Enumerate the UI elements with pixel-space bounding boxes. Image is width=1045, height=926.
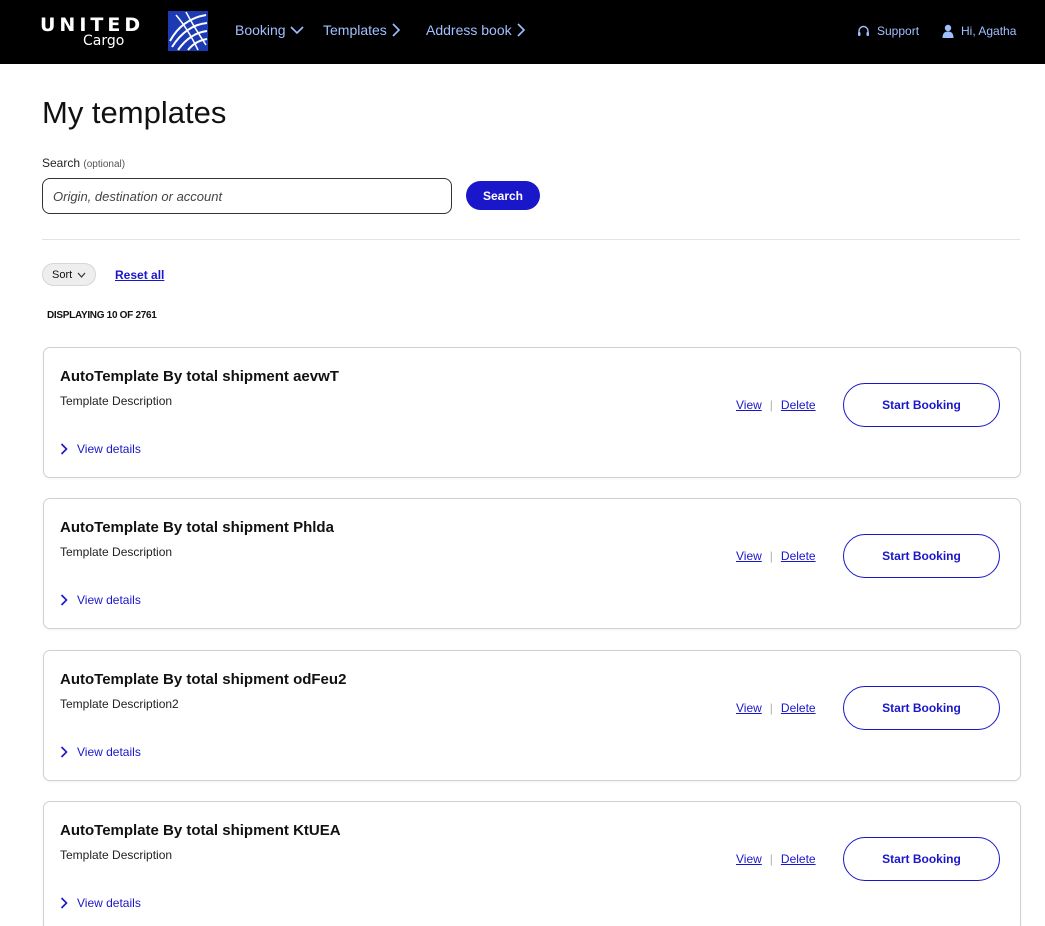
start-booking-button[interactable]: Start Booking xyxy=(843,534,1000,578)
search-input[interactable] xyxy=(42,178,452,214)
view-details-label: View details xyxy=(77,896,141,910)
delete-link[interactable]: Delete xyxy=(781,852,816,866)
template-title: AutoTemplate By total shipment Phlda xyxy=(60,519,334,536)
view-details-toggle[interactable]: View details xyxy=(60,593,141,607)
template-actions: View | Delete xyxy=(736,701,816,715)
sort-dropdown[interactable]: Sort xyxy=(42,263,97,286)
nav-address-book-label: Address book xyxy=(426,22,512,38)
nav-templates[interactable]: Templates xyxy=(323,22,401,38)
template-card: AutoTemplate By total shipment KtUEA Tem… xyxy=(43,801,1021,926)
link-separator: | xyxy=(769,398,773,412)
view-details-toggle[interactable]: View details xyxy=(60,896,141,910)
template-title: AutoTemplate By total shipment aevwT xyxy=(60,368,339,385)
template-description: Template Description xyxy=(60,394,173,408)
template-actions: View | Delete xyxy=(736,852,816,866)
results-count: DISPLAYING 10 OF 2761 xyxy=(47,310,157,321)
search-optional-text: (optional) xyxy=(83,159,126,170)
united-cargo-logo[interactable]: UNITED Cargo xyxy=(40,10,215,56)
template-title: AutoTemplate By total shipment odFeu2 xyxy=(60,671,347,688)
view-link[interactable]: View xyxy=(736,398,762,412)
globe-icon xyxy=(168,11,208,51)
chevron-right-icon xyxy=(60,897,68,909)
start-booking-button[interactable]: Start Booking xyxy=(843,383,1000,427)
view-link[interactable]: View xyxy=(736,852,762,866)
delete-link[interactable]: Delete xyxy=(781,549,816,563)
template-card: AutoTemplate By total shipment odFeu2 Te… xyxy=(43,650,1021,781)
chevron-down-icon xyxy=(290,26,304,35)
delete-link[interactable]: Delete xyxy=(781,398,816,412)
view-details-label: View details xyxy=(77,593,141,607)
support-label: Support xyxy=(877,24,920,38)
search-button[interactable]: Search xyxy=(466,181,540,210)
view-link[interactable]: View xyxy=(736,701,762,715)
user-icon xyxy=(942,24,954,38)
top-navigation-bar: UNITED Cargo Booking Templates Address b… xyxy=(0,0,1045,64)
start-booking-button[interactable]: Start Booking xyxy=(843,837,1000,881)
template-actions: View | Delete xyxy=(736,398,816,412)
template-description: Template Description2 xyxy=(60,697,179,711)
link-separator: | xyxy=(769,701,773,715)
chevron-right-icon xyxy=(517,23,525,37)
sort-label: Sort xyxy=(52,268,73,281)
start-booking-button[interactable]: Start Booking xyxy=(843,686,1000,730)
search-label-text: Search xyxy=(42,156,81,170)
divider xyxy=(42,239,1020,240)
nav-templates-label: Templates xyxy=(323,22,387,38)
user-greeting: Hi, Agatha xyxy=(961,24,1017,38)
search-label: Search (optional) xyxy=(42,156,125,170)
template-actions: View | Delete xyxy=(736,549,816,563)
chevron-right-icon xyxy=(60,443,68,455)
view-details-toggle[interactable]: View details xyxy=(60,745,141,759)
view-details-toggle[interactable]: View details xyxy=(60,442,141,456)
template-description: Template Description xyxy=(60,545,173,559)
reset-all-link[interactable]: Reset all xyxy=(115,268,164,282)
chevron-right-icon xyxy=(60,746,68,758)
template-description: Template Description xyxy=(60,848,173,862)
chevron-down-icon xyxy=(77,272,86,278)
nav-address-book[interactable]: Address book xyxy=(426,22,526,38)
template-title: AutoTemplate By total shipment KtUEA xyxy=(60,822,341,839)
template-card: AutoTemplate By total shipment aevwT Tem… xyxy=(43,347,1021,478)
support-link[interactable]: Support xyxy=(857,24,919,38)
chevron-right-icon xyxy=(392,23,400,37)
nav-booking[interactable]: Booking xyxy=(235,22,304,38)
page-title: My templates xyxy=(42,95,227,130)
link-separator: | xyxy=(769,549,773,563)
delete-link[interactable]: Delete xyxy=(781,701,816,715)
link-separator: | xyxy=(769,852,773,866)
logo-cargo-text: Cargo xyxy=(83,33,125,49)
headset-icon xyxy=(858,25,869,36)
user-menu[interactable]: Hi, Agatha xyxy=(942,24,1016,38)
template-card: AutoTemplate By total shipment Phlda Tem… xyxy=(43,498,1021,629)
view-link[interactable]: View xyxy=(736,549,762,563)
view-details-label: View details xyxy=(77,745,141,759)
chevron-right-icon xyxy=(60,594,68,606)
view-details-label: View details xyxy=(77,442,141,456)
nav-booking-label: Booking xyxy=(235,22,286,38)
